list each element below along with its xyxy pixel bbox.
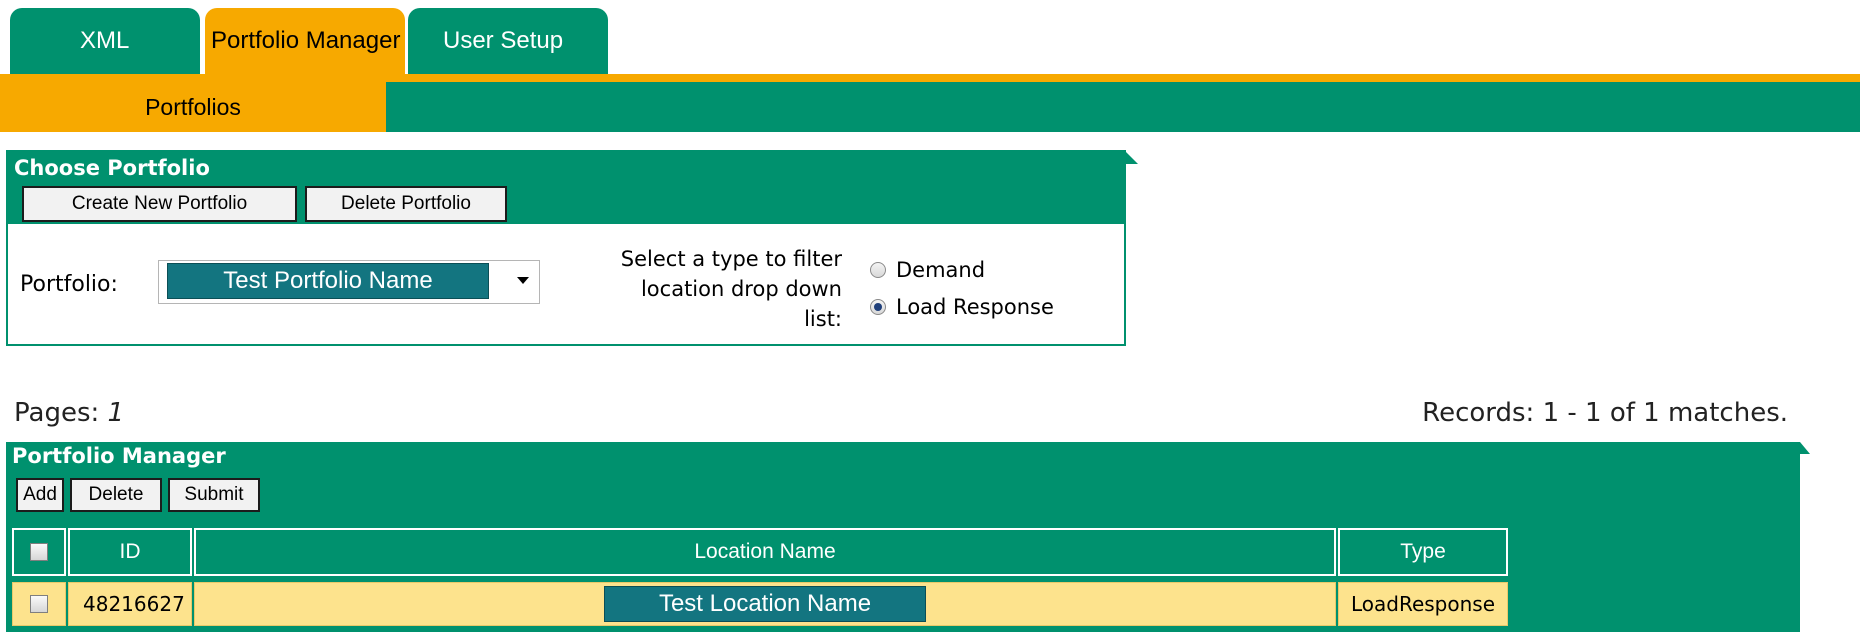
column-header-id[interactable]: ID <box>68 528 192 576</box>
select-all-header <box>12 528 66 576</box>
row-location-cell: Test Location Name <box>194 582 1336 626</box>
tab-portfolio-manager[interactable]: Portfolio Manager <box>205 8 405 74</box>
tab-divider <box>0 74 1860 82</box>
sub-tab-bar: Portfolios <box>0 82 1860 132</box>
submit-button[interactable]: Submit <box>168 478 260 512</box>
panel-corner <box>1800 442 1810 454</box>
radio-demand[interactable] <box>870 262 886 278</box>
pages-label: Pages: <box>14 398 100 428</box>
row-id-cell: 48216627 <box>68 582 192 626</box>
filter-option-load-response[interactable]: Load Response <box>870 295 1054 319</box>
filter-type-label: Select a type to filter location drop do… <box>620 247 842 331</box>
portfolio-manager-panel: Portfolio Manager Add Delete Submit ID Loc… <box>6 442 1810 632</box>
row-checkbox[interactable] <box>30 595 48 613</box>
column-header-type[interactable]: Type <box>1338 528 1508 576</box>
choose-portfolio-title: Choose Portfolio <box>14 156 210 180</box>
subtab-portfolios[interactable]: Portfolios <box>0 82 386 132</box>
chevron-down-icon[interactable] <box>517 277 529 284</box>
portfolio-select[interactable]: Test Portfolio Name <box>158 260 540 304</box>
table-row-select-cell <box>12 582 66 626</box>
location-name-value: Test Location Name <box>604 586 926 622</box>
create-new-portfolio-button[interactable]: Create New Portfolio <box>22 186 297 222</box>
radio-demand-label: Demand <box>896 258 986 282</box>
portfolio-selected-value: Test Portfolio Name <box>167 263 489 299</box>
column-header-location-name[interactable]: Location Name <box>194 528 1336 576</box>
portfolio-manager-title: Portfolio Manager <box>12 444 226 468</box>
select-all-checkbox[interactable] <box>30 543 48 561</box>
delete-portfolio-button[interactable]: Delete Portfolio <box>305 186 507 222</box>
portfolio-manager-toolbar: Add Delete Submit <box>16 478 260 512</box>
tab-xml[interactable]: XML <box>10 8 200 74</box>
pages-indicator: Pages: 1 <box>14 398 124 428</box>
add-button[interactable]: Add <box>16 478 64 512</box>
portfolio-label: Portfolio: <box>20 272 118 297</box>
filter-option-demand[interactable]: Demand <box>870 258 985 282</box>
page-link-1[interactable]: 1 <box>108 398 125 428</box>
records-count: Records: 1 - 1 of 1 matches. <box>1422 398 1788 428</box>
top-tab-bar: XML Portfolio Manager User Setup <box>0 0 1860 80</box>
radio-load-response-label: Load Response <box>896 295 1054 319</box>
choose-portfolio-toolbar: Create New Portfolio Delete Portfolio <box>22 186 507 222</box>
tab-user-setup[interactable]: User Setup <box>408 8 608 74</box>
radio-load-response[interactable] <box>870 299 886 315</box>
portfolio-manager-header: Portfolio Manager <box>6 442 1800 478</box>
delete-button[interactable]: Delete <box>70 478 162 512</box>
row-type-cell: LoadResponse <box>1338 582 1508 626</box>
choose-portfolio-panel: Choose Portfolio Create New Portfolio Del… <box>6 150 1138 346</box>
panel-corner <box>1124 150 1138 164</box>
